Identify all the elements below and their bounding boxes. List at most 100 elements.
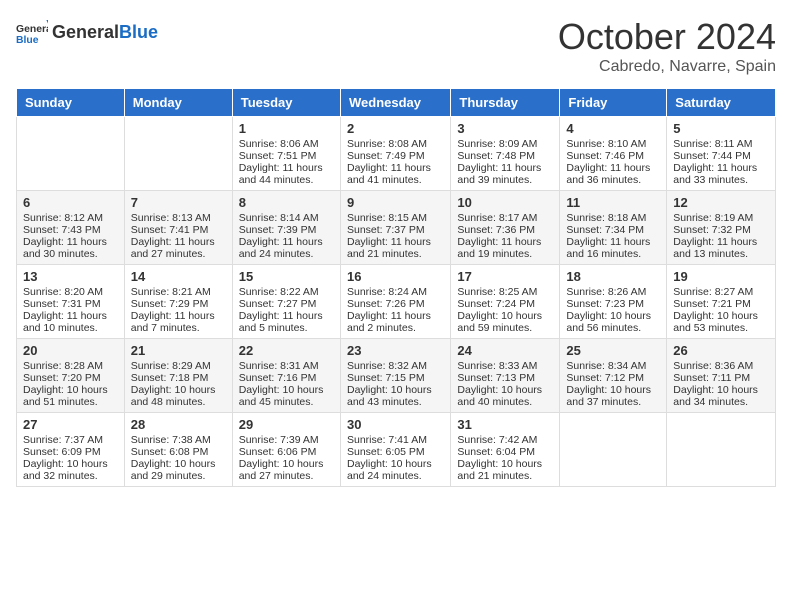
sunset-text: Sunset: 7:23 PM: [566, 298, 660, 310]
page-header: General Blue GeneralBlue October 2024 Ca…: [16, 16, 776, 76]
daylight-text: Daylight: 11 hours and 5 minutes.: [239, 310, 334, 334]
sunset-text: Sunset: 7:27 PM: [239, 298, 334, 310]
sunset-text: Sunset: 7:31 PM: [23, 298, 118, 310]
day-number: 27: [23, 417, 118, 432]
calendar-cell: 1Sunrise: 8:06 AMSunset: 7:51 PMDaylight…: [232, 117, 340, 191]
calendar-cell: [17, 117, 125, 191]
calendar-week-5: 27Sunrise: 7:37 AMSunset: 6:09 PMDayligh…: [17, 413, 776, 487]
sunrise-text: Sunrise: 8:36 AM: [673, 360, 769, 372]
sunrise-text: Sunrise: 8:14 AM: [239, 212, 334, 224]
day-number: 30: [347, 417, 444, 432]
sunset-text: Sunset: 7:16 PM: [239, 372, 334, 384]
sunset-text: Sunset: 7:21 PM: [673, 298, 769, 310]
calendar-week-4: 20 Sunrise: 8:28 AMSunset: 7:20 PM Dayligh…: [17, 339, 776, 413]
day-number: 29: [239, 417, 334, 432]
daylight-text: Daylight: 11 hours and 24 minutes.: [239, 236, 334, 260]
sunrise-text: Sunrise: 8:25 AM: [457, 286, 553, 298]
calendar-cell: 29 Sunrise: 7:39 AMSunset: 6:06 PMDayligh…: [232, 413, 340, 487]
calendar-cell: 6Sunrise: 8:12 AMSunset: 7:43 PMDaylight…: [17, 191, 125, 265]
sunset-text: Sunset: 7:20 PM: [23, 372, 118, 384]
calendar-cell: [667, 413, 776, 487]
day-number: 28: [131, 417, 226, 432]
location-title: Cabredo, Navarre, Spain: [558, 58, 776, 76]
sunset-text: Sunset: 7:36 PM: [457, 224, 553, 236]
day-number: 9: [347, 195, 444, 210]
sunset-text: Sunset: 7:39 PM: [239, 224, 334, 236]
sunrise-text: Sunrise: 8:12 AM: [23, 212, 118, 224]
sunrise-text: Sunrise: 7:37 AM: [23, 434, 118, 446]
daylight-text: Daylight: 10 hours and 32 minutes.: [23, 458, 118, 482]
sunset-text: Sunset: 6:06 PM: [239, 446, 334, 458]
day-number: 1: [239, 121, 334, 136]
weekday-header-sunday: Sunday: [17, 89, 125, 117]
day-number: 16: [347, 269, 444, 284]
day-number: 20: [23, 343, 118, 358]
calendar-week-2: 6 Sunrise: 8:12 AMSunset: 7:43 PM Daylight…: [17, 191, 776, 265]
daylight-text: Daylight: 10 hours and 27 minutes.: [239, 458, 334, 482]
daylight-text: Daylight: 10 hours and 45 minutes.: [239, 384, 334, 408]
calendar-cell: 31Sunrise: 7:42 AMSunset: 6:04 PMDayligh…: [451, 413, 560, 487]
sunrise-text: Sunrise: 8:18 AM: [566, 212, 660, 224]
sunset-text: Sunset: 7:43 PM: [23, 224, 118, 236]
calendar-week-3: 13Sunrise: 8:20 AMSunset: 7:31 PMDayligh…: [17, 265, 776, 339]
daylight-text: Daylight: 10 hours and 34 minutes.: [673, 384, 769, 408]
day-number: 22: [239, 343, 334, 358]
sunrise-text: Sunrise: 8:09 AM: [457, 138, 553, 150]
day-number: 17: [457, 269, 553, 284]
calendar-cell: 28Sunrise: 7:38 AMSunset: 6:08 PMDayligh…: [124, 413, 232, 487]
sunset-text: Sunset: 7:24 PM: [457, 298, 553, 310]
daylight-text: Daylight: 11 hours and 7 minutes.: [131, 310, 226, 334]
daylight-text: Daylight: 10 hours and 43 minutes.: [347, 384, 444, 408]
calendar-table: SundayMondayTuesdayWednesdayThursdayFrid…: [16, 88, 776, 487]
sunrise-text: Sunrise: 8:20 AM: [23, 286, 118, 298]
daylight-text: Daylight: 11 hours and 21 minutes.: [347, 236, 444, 260]
daylight-text: Daylight: 11 hours and 27 minutes.: [131, 236, 226, 260]
calendar-cell: 18Sunrise: 8:26 AMSunset: 7:23 PMDayligh…: [560, 265, 667, 339]
day-number: 31: [457, 417, 553, 432]
calendar-cell: 30Sunrise: 7:41 AMSunset: 6:05 PMDayligh…: [340, 413, 450, 487]
day-number: 4: [566, 121, 660, 136]
day-number: 21: [131, 343, 226, 358]
sunrise-text: Sunrise: 8:34 AM: [566, 360, 660, 372]
sunrise-text: Sunrise: 8:11 AM: [673, 138, 769, 150]
sunrise-text: Sunrise: 7:38 AM: [131, 434, 226, 446]
sunset-text: Sunset: 7:13 PM: [457, 372, 553, 384]
calendar-cell: 8Sunrise: 8:14 AMSunset: 7:39 PMDaylight…: [232, 191, 340, 265]
day-number: 14: [131, 269, 226, 284]
day-number: 12: [673, 195, 769, 210]
sunrise-text: Sunrise: 8:19 AM: [673, 212, 769, 224]
daylight-text: Daylight: 11 hours and 10 minutes.: [23, 310, 118, 334]
sunrise-text: Sunrise: 7:39 AM: [239, 434, 334, 446]
calendar-cell: 11Sunrise: 8:18 AMSunset: 7:34 PMDayligh…: [560, 191, 667, 265]
sunrise-text: Sunrise: 8:29 AM: [131, 360, 226, 372]
daylight-text: Daylight: 11 hours and 13 minutes.: [673, 236, 769, 260]
sunrise-text: Sunrise: 8:27 AM: [673, 286, 769, 298]
daylight-text: Daylight: 10 hours and 21 minutes.: [457, 458, 553, 482]
day-number: 18: [566, 269, 660, 284]
day-number: 10: [457, 195, 553, 210]
sunset-text: Sunset: 7:12 PM: [566, 372, 660, 384]
daylight-text: Daylight: 11 hours and 41 minutes.: [347, 162, 444, 186]
calendar-cell: 24Sunrise: 8:33 AMSunset: 7:13 PMDayligh…: [451, 339, 560, 413]
sunset-text: Sunset: 7:48 PM: [457, 150, 553, 162]
daylight-text: Daylight: 10 hours and 59 minutes.: [457, 310, 553, 334]
weekday-header-monday: Monday: [124, 89, 232, 117]
day-number: 24: [457, 343, 553, 358]
daylight-text: Daylight: 11 hours and 36 minutes.: [566, 162, 660, 186]
calendar-cell: 26Sunrise: 8:36 AMSunset: 7:11 PMDayligh…: [667, 339, 776, 413]
calendar-cell: 13Sunrise: 8:20 AMSunset: 7:31 PMDayligh…: [17, 265, 125, 339]
calendar-cell: 17 Sunrise: 8:25 AMSunset: 7:24 PMDayligh…: [451, 265, 560, 339]
sunset-text: Sunset: 7:51 PM: [239, 150, 334, 162]
daylight-text: Daylight: 10 hours and 29 minutes.: [131, 458, 226, 482]
sunrise-text: Sunrise: 8:24 AM: [347, 286, 444, 298]
sunset-text: Sunset: 7:34 PM: [566, 224, 660, 236]
calendar-cell: 9Sunrise: 8:15 AMSunset: 7:37 PMDaylight…: [340, 191, 450, 265]
day-number: 7: [131, 195, 226, 210]
sunrise-text: Sunrise: 8:15 AM: [347, 212, 444, 224]
sunrise-text: Sunrise: 8:28 AM: [23, 360, 118, 372]
day-number: 6: [23, 195, 118, 210]
day-number: 26: [673, 343, 769, 358]
daylight-text: Daylight: 11 hours and 19 minutes.: [457, 236, 553, 260]
sunset-text: Sunset: 7:18 PM: [131, 372, 226, 384]
sunrise-text: Sunrise: 8:10 AM: [566, 138, 660, 150]
